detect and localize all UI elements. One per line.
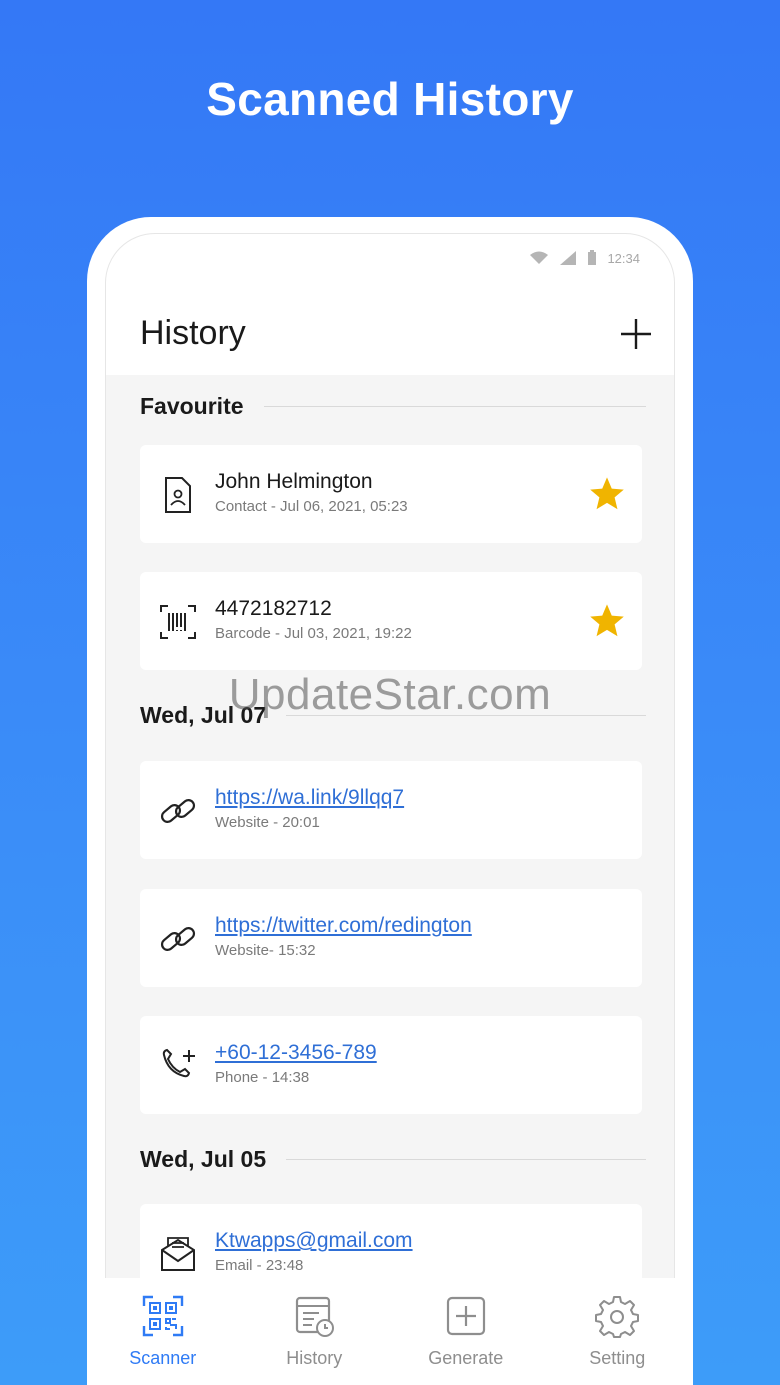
item-link[interactable]: https://twitter.com/redington bbox=[215, 914, 472, 938]
qr-scanner-icon bbox=[142, 1295, 183, 1337]
history-list: Favourite John Helmington Contact - Jul … bbox=[106, 375, 674, 1302]
nav-setting[interactable]: Setting bbox=[542, 1278, 692, 1385]
item-link[interactable]: https://wa.link/9llqq7 bbox=[215, 786, 404, 810]
add-button[interactable] bbox=[618, 316, 654, 352]
item-subtitle: Email - 23:48 bbox=[215, 1257, 304, 1274]
history-icon bbox=[296, 1296, 335, 1337]
section-divider bbox=[263, 405, 646, 407]
battery-icon bbox=[588, 250, 597, 265]
star-icon[interactable] bbox=[588, 602, 626, 640]
history-item-website[interactable]: https://twitter.com/redington Website- 1… bbox=[140, 889, 642, 987]
item-link[interactable]: +60-12-3456-789 bbox=[215, 1041, 377, 1065]
history-item-website[interactable]: https://wa.link/9llqq7 Website - 20:01 bbox=[140, 761, 642, 859]
history-item-contact[interactable]: John Helmington Contact - Jul 06, 2021, … bbox=[140, 445, 642, 543]
link-icon bbox=[160, 799, 196, 823]
phone-add-icon bbox=[162, 1048, 195, 1078]
nav-label: Setting bbox=[589, 1348, 646, 1368]
item-subtitle: Website - 20:01 bbox=[215, 814, 320, 831]
history-item-barcode[interactable]: 4472182712 Barcode - Jul 03, 2021, 19:22 bbox=[140, 572, 642, 670]
barcode-icon bbox=[160, 605, 196, 639]
nav-label: History bbox=[286, 1348, 343, 1368]
item-title: John Helmington bbox=[215, 470, 373, 493]
link-icon bbox=[160, 927, 196, 951]
section-label: Favourite bbox=[140, 392, 244, 419]
section-divider bbox=[286, 1158, 646, 1160]
signal-icon bbox=[560, 251, 577, 265]
promo-title: Scanned History bbox=[206, 73, 574, 125]
app-header: History bbox=[106, 294, 674, 374]
star-icon[interactable] bbox=[588, 475, 626, 513]
contact-icon bbox=[165, 477, 191, 513]
phone-frame: 12:34 History Favourite John Helmington bbox=[87, 217, 693, 1385]
wifi-icon bbox=[530, 251, 549, 264]
nav-scanner[interactable]: Scanner bbox=[88, 1278, 238, 1385]
page-title: History bbox=[140, 314, 246, 352]
gear-icon bbox=[595, 1296, 640, 1338]
bottom-nav: Scanner History Generate Setting bbox=[87, 1278, 693, 1385]
watermark: UpdateStar.com bbox=[228, 670, 552, 719]
section-header-favourite: Favourite bbox=[140, 391, 646, 421]
item-subtitle: Barcode - Jul 03, 2021, 19:22 bbox=[215, 625, 412, 642]
item-title: 4472182712 bbox=[215, 597, 332, 620]
nav-label: Scanner bbox=[129, 1348, 197, 1368]
phone-screen: 12:34 History Favourite John Helmington bbox=[105, 233, 675, 1385]
email-icon bbox=[161, 1237, 195, 1271]
item-subtitle: Phone - 14:38 bbox=[215, 1069, 310, 1086]
item-subtitle: Website- 15:32 bbox=[215, 942, 316, 959]
section-label: Wed, Jul 05 bbox=[140, 1145, 267, 1172]
nav-label: Generate bbox=[428, 1348, 504, 1368]
history-item-phone[interactable]: +60-12-3456-789 Phone - 14:38 bbox=[140, 1016, 642, 1114]
status-bar: 12:34 bbox=[529, 248, 640, 268]
nav-generate[interactable]: Generate bbox=[391, 1278, 541, 1385]
nav-history[interactable]: History bbox=[239, 1278, 389, 1385]
generate-icon bbox=[446, 1296, 485, 1336]
status-time: 12:34 bbox=[607, 250, 640, 266]
item-subtitle: Contact - Jul 06, 2021, 05:23 bbox=[215, 498, 408, 515]
section-header-wed-jul-05: Wed, Jul 05 bbox=[140, 1144, 646, 1174]
item-link[interactable]: Ktwapps@gmail.com bbox=[215, 1229, 413, 1253]
